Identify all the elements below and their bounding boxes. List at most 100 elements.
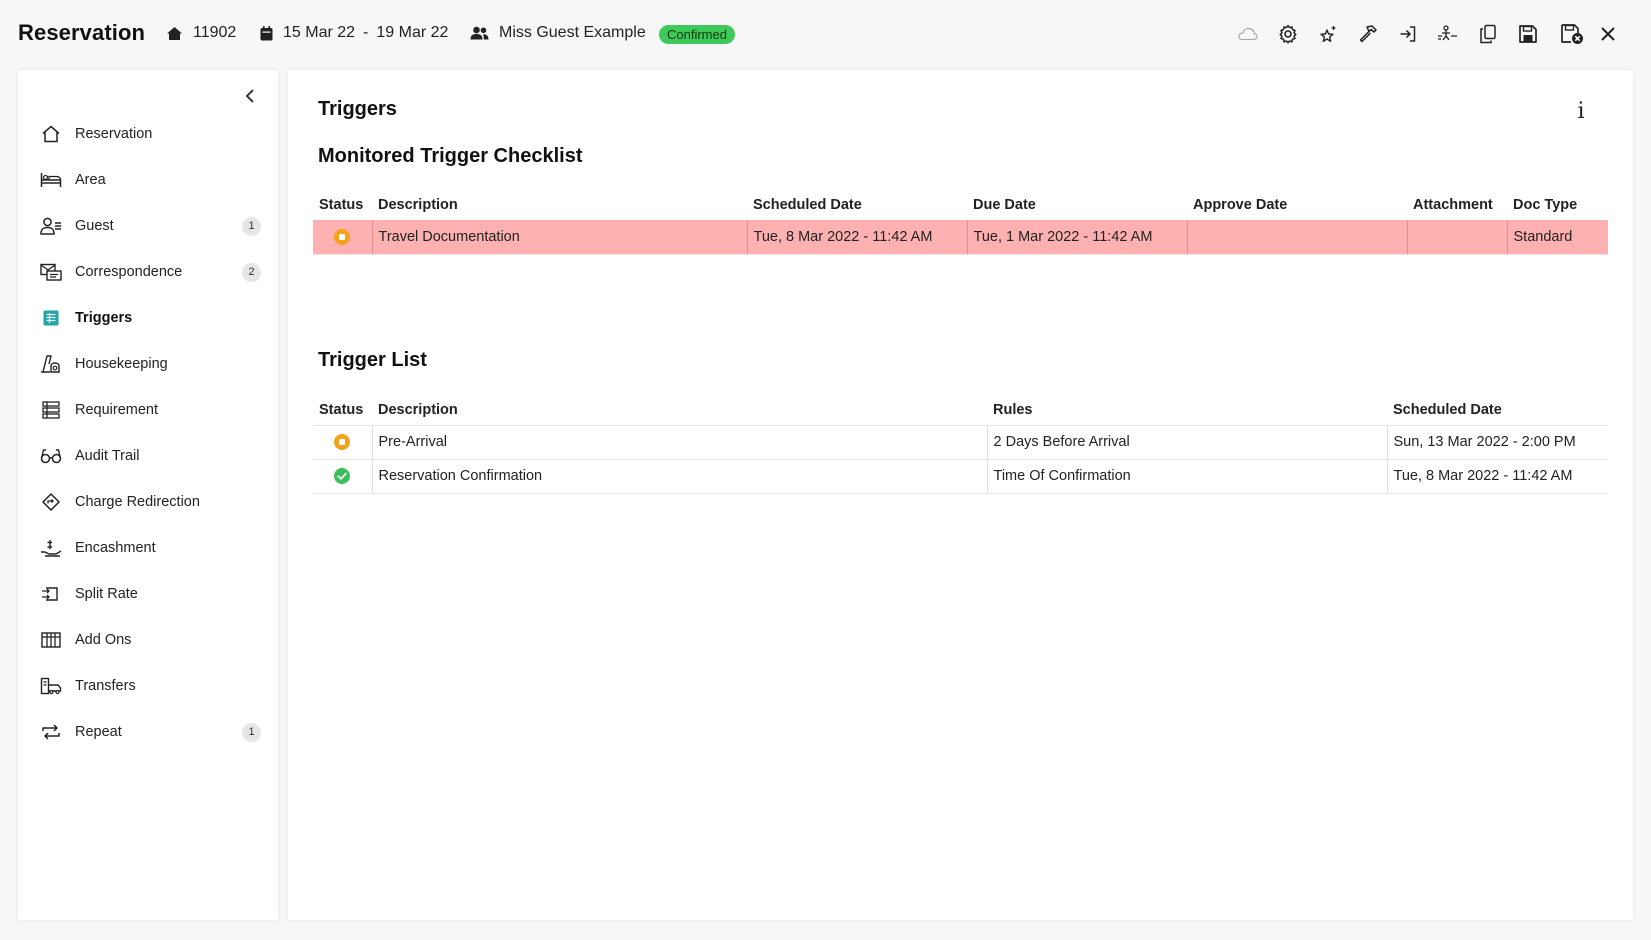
glasses-icon [40, 445, 62, 467]
attachment-cell [1406, 220, 1507, 255]
sidebar-item-requirement[interactable]: Requirement [18, 390, 278, 430]
sidebar-item-housekeeping[interactable]: Housekeeping [18, 344, 278, 384]
description-cell: Travel Documentation [371, 220, 747, 255]
sidebar-item-label: Repeat [75, 724, 122, 740]
reservation-number-label: 11902 [193, 24, 237, 41]
trigger-list-table: Status Description Rules Scheduled Date … [313, 395, 1608, 494]
header-bar: Reservation 11902 15 Mar 22 - 19 Mar 22 … [0, 0, 1651, 68]
sidebar-item-transfers[interactable]: Transfers [18, 666, 278, 706]
column-header[interactable]: Description [372, 395, 987, 425]
sidebar-item-add-ons[interactable]: Add Ons [18, 620, 278, 660]
collapse-sidebar-chevron-icon[interactable] [240, 86, 260, 106]
pending-status-icon [334, 228, 351, 245]
scheduled-date-cell: Tue, 8 Mar 2022 - 11:42 AM [1386, 458, 1608, 494]
column-header[interactable]: Status [313, 190, 372, 220]
checklist-table: Status Description Scheduled Date Due Da… [313, 190, 1608, 255]
sidebar-item-label: Reservation [75, 126, 153, 142]
guest-info: Miss Guest Example [470, 24, 646, 42]
status-cell [313, 424, 372, 460]
repeat-icon [40, 721, 62, 743]
sidebar-item-label: Triggers [75, 310, 133, 326]
sidebar-item-triggers[interactable]: Triggers [18, 298, 278, 338]
sidebar-item-label: Charge Redirection [75, 494, 200, 510]
rules-cell: 2 Days Before Arrival [986, 424, 1387, 460]
guest-icon [40, 215, 62, 237]
table-row[interactable]: Travel Documentation Tue, 8 Mar 2022 - 1… [313, 220, 1608, 255]
sidebar: Reservation Area Guest 1 Correspondence … [18, 70, 278, 920]
hammer-icon[interactable] [1356, 22, 1380, 46]
column-header[interactable]: Attachment [1407, 190, 1507, 220]
count-badge: 1 [242, 722, 261, 742]
column-header[interactable]: Rules [987, 395, 1387, 425]
calendar-icon [260, 25, 273, 40]
redirect-icon [40, 491, 62, 513]
add-ons-icon [40, 629, 62, 651]
info-icon[interactable]: i [1571, 100, 1591, 124]
gear-icon[interactable] [1276, 22, 1300, 46]
sidebar-item-label: Encashment [75, 540, 156, 556]
sidebar-item-charge-redirection[interactable]: Charge Redirection [18, 482, 278, 522]
due-date-cell: Tue, 1 Mar 2022 - 11:42 AM [966, 220, 1187, 255]
sparkle-star-icon[interactable] [1316, 22, 1340, 46]
sidebar-item-split-rate[interactable]: Split Rate [18, 574, 278, 614]
column-header[interactable]: Description [372, 190, 747, 220]
close-icon[interactable] [1596, 22, 1620, 46]
house-icon [167, 26, 182, 40]
scheduled-date-cell: Tue, 8 Mar 2022 - 11:42 AM [746, 220, 967, 255]
sidebar-item-audit-trail[interactable]: Audit Trail [18, 436, 278, 476]
split-rate-icon [40, 583, 62, 605]
count-badge: 1 [242, 216, 261, 236]
sidebar-item-reservation[interactable]: Reservation [18, 114, 278, 154]
pending-status-icon [334, 434, 351, 451]
column-header[interactable]: Doc Type [1507, 190, 1608, 220]
copy-icon[interactable] [1476, 22, 1500, 46]
count-badge: 2 [242, 262, 261, 282]
column-header[interactable]: Scheduled Date [1387, 395, 1608, 425]
check-circle-icon [334, 468, 351, 485]
description-cell: Reservation Confirmation [371, 458, 987, 494]
table-header-row: Status Description Rules Scheduled Date [313, 395, 1608, 425]
table-row[interactable]: Reservation Confirmation Time Of Confirm… [313, 458, 1608, 494]
status-badge: Confirmed [659, 25, 735, 44]
doc-type-cell: Standard [1506, 220, 1608, 255]
date-to: 19 Mar 22 [376, 24, 449, 41]
sidebar-item-area[interactable]: Area [18, 160, 278, 200]
date-separator: - [363, 24, 369, 41]
triggers-icon [40, 307, 62, 329]
column-header[interactable]: Scheduled Date [747, 190, 967, 220]
save-close-icon[interactable] [1560, 22, 1584, 46]
cloud-icon[interactable] [1236, 22, 1260, 46]
sidebar-item-correspondence[interactable]: Correspondence 2 [18, 252, 278, 292]
sidebar-item-label: Add Ons [75, 632, 132, 648]
status-cell [313, 220, 372, 255]
sign-in-icon[interactable] [1396, 22, 1420, 46]
sidebar-item-encashment[interactable]: Encashment [18, 528, 278, 568]
column-header[interactable]: Due Date [967, 190, 1187, 220]
sidebar-item-repeat[interactable]: Repeat 1 [18, 712, 278, 752]
encashment-icon [40, 537, 62, 559]
checklist-title: Monitored Trigger Checklist [318, 145, 583, 167]
sidebar-item-label: Audit Trail [75, 448, 140, 464]
checkin-icon[interactable] [1436, 22, 1460, 46]
table-row[interactable]: Pre-Arrival 2 Days Before Arrival Sun, 1… [313, 424, 1608, 460]
sidebar-item-guest[interactable]: Guest 1 [18, 206, 278, 246]
sidebar-item-label: Requirement [75, 402, 159, 418]
requirement-icon [40, 399, 62, 421]
sidebar-item-label: Correspondence [75, 264, 183, 280]
scheduled-date-cell: Sun, 13 Mar 2022 - 2:00 PM [1386, 424, 1608, 460]
reservation-number: 11902 [166, 24, 236, 42]
rules-cell: Time Of Confirmation [986, 458, 1387, 494]
trigger-list-title: Trigger List [318, 349, 427, 371]
guest-name: Miss Guest Example [499, 24, 646, 41]
page-title: Triggers [318, 98, 397, 120]
column-header[interactable]: Approve Date [1187, 190, 1407, 220]
save-icon[interactable] [1516, 22, 1540, 46]
housekeeping-icon [40, 353, 62, 375]
reservation-dates: 15 Mar 22 - 19 Mar 22 [260, 24, 448, 42]
transfers-icon [40, 675, 62, 697]
column-header[interactable]: Status [313, 395, 372, 425]
sidebar-item-label: Split Rate [75, 586, 138, 602]
sidebar-item-label: Guest [75, 218, 114, 234]
guests-icon [470, 26, 489, 40]
sidebar-item-label: Transfers [75, 678, 136, 694]
